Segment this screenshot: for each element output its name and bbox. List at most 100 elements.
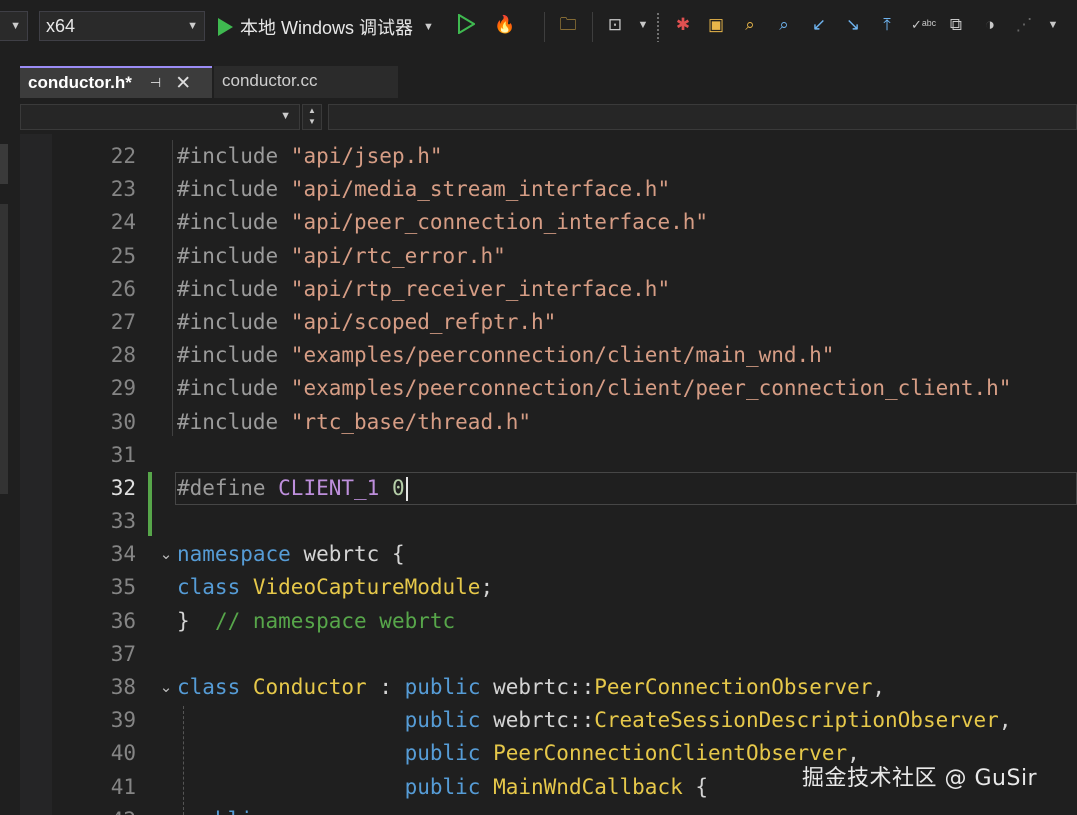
- scope-dropdown[interactable]: ▼: [20, 104, 300, 130]
- find-symbol-icon[interactable]: ⌕: [773, 14, 795, 36]
- code-line[interactable]: 38 ⌄ class Conductor : public webrtc::Peer…: [20, 671, 1077, 704]
- scope-spinner[interactable]: ▲ ▼: [302, 104, 322, 130]
- tab-conductor-cc[interactable]: conductor.cc: [214, 66, 398, 98]
- code-token: public: [404, 708, 481, 733]
- code-text[interactable]: #include "examples/peerconnection/client…: [177, 372, 1011, 405]
- chevron-down-icon[interactable]: ▼: [1042, 14, 1064, 36]
- chevron-down-icon[interactable]: ▼: [303, 116, 321, 127]
- fold-toggle-icon[interactable]: ⌄: [158, 538, 174, 571]
- code-line[interactable]: 37: [20, 638, 1077, 671]
- line-number: 23: [110, 177, 136, 202]
- member-dropdown[interactable]: [328, 104, 1077, 130]
- toolbar-separator: [592, 12, 593, 42]
- line-number: 33: [110, 509, 136, 534]
- code-token: public: [404, 675, 481, 699]
- code-text[interactable]: #include "rtc_base/thread.h": [177, 406, 531, 439]
- code-token: {: [682, 774, 709, 799]
- code-token: :: [366, 675, 405, 699]
- code-text[interactable]: #include "api/rtp_receiver_interface.h": [177, 273, 670, 306]
- code-text[interactable]: #include "api/rtc_error.h": [177, 240, 506, 273]
- window-icon[interactable]: ▣: [705, 14, 727, 36]
- close-icon[interactable]: ✕: [175, 72, 191, 95]
- code-token: ,: [872, 675, 886, 699]
- more-icon[interactable]: ⋰: [1013, 14, 1035, 36]
- configuration-dropdown[interactable]: ▼: [0, 11, 28, 41]
- chevron-up-icon[interactable]: ▲: [303, 105, 321, 116]
- code-token: 0: [391, 475, 405, 500]
- code-text[interactable]: class VideoCaptureModule;: [177, 571, 493, 604]
- code-line[interactable]: 29 #include "examples/peerconnection/clie…: [20, 372, 1077, 405]
- step-out-icon[interactable]: ⤒: [876, 14, 898, 36]
- code-line[interactable]: 30 #include "rtc_base/thread.h": [20, 406, 1077, 439]
- line-number: 28: [110, 343, 136, 368]
- code-line[interactable]: 39 public webrtc::CreateSessionDescripti…: [20, 704, 1077, 737]
- code-text[interactable]: public PeerConnectionClientObserver,: [177, 737, 860, 770]
- code-line[interactable]: 42 public:: [20, 804, 1077, 815]
- code-text[interactable]: public MainWndCallback {: [177, 771, 708, 804]
- folder-icon[interactable]: 🗀: [557, 14, 579, 36]
- line-number: 32: [110, 475, 136, 500]
- chevron-down-icon[interactable]: ▼: [632, 14, 654, 36]
- fold-toggle-icon[interactable]: ⌄: [158, 671, 174, 704]
- code-text[interactable]: #include "api/peer_connection_interface.…: [177, 206, 708, 239]
- code-text[interactable]: #include "api/jsep.h": [177, 140, 443, 173]
- tool-window-tab[interactable]: [0, 204, 8, 494]
- code-editor[interactable]: 22 #include "api/jsep.h" 23 #include "api/m…: [20, 134, 1077, 815]
- hot-reload-icon[interactable]: 🔥: [494, 14, 516, 36]
- toggle-icon[interactable]: ◑: [979, 14, 1001, 36]
- platform-dropdown[interactable]: x64 ▼: [39, 11, 205, 41]
- code-line[interactable]: 28 #include "examples/peerconnection/clie…: [20, 339, 1077, 372]
- code-line[interactable]: 34 ⌄ namespace webrtc {: [20, 538, 1077, 571]
- tool-window-tab[interactable]: [0, 144, 8, 184]
- step-back-icon[interactable]: ↙: [808, 14, 830, 36]
- tab-conductor-h[interactable]: conductor.h* ⊣ ✕: [20, 66, 212, 98]
- play-icon: [218, 18, 233, 36]
- code-token: #include: [177, 276, 291, 301]
- line-number: 31: [110, 442, 136, 467]
- chevron-down-icon[interactable]: ▼: [423, 21, 434, 33]
- code-token: Conductor: [252, 675, 367, 699]
- code-token: "rtc_base/thread.h": [290, 409, 532, 434]
- code-text[interactable]: #include "api/media_stream_interface.h": [177, 173, 670, 206]
- step-into-icon[interactable]: ↘: [842, 14, 864, 36]
- layout-icon[interactable]: ⊡: [604, 14, 626, 36]
- code-token: #include: [177, 309, 291, 334]
- code-token: public: [404, 774, 481, 799]
- code-text[interactable]: #include "examples/peerconnection/client…: [177, 339, 834, 372]
- code-token: #define: [177, 475, 279, 500]
- spell-check-icon[interactable]: ✓ᵃᵇᶜ: [911, 14, 936, 36]
- code-text[interactable]: } // namespace webrtc: [177, 605, 455, 638]
- code-text[interactable]: public:: [177, 804, 279, 815]
- code-line[interactable]: 36} // namespace webrtc: [20, 605, 1077, 638]
- code-line[interactable]: 25 #include "api/rtc_error.h": [20, 240, 1077, 273]
- code-lines[interactable]: 22 #include "api/jsep.h" 23 #include "api/m…: [20, 140, 1077, 815]
- code-line[interactable]: 27 #include "api/scoped_refptr.h": [20, 306, 1077, 339]
- code-text[interactable]: namespace webrtc {: [177, 538, 405, 571]
- code-token: #include: [177, 177, 291, 202]
- code-token: namespace: [177, 542, 291, 567]
- copy-icon[interactable]: ⧉: [945, 14, 967, 36]
- code-line[interactable]: 23 #include "api/media_stream_interface.h…: [20, 173, 1077, 206]
- code-token: class: [177, 675, 241, 699]
- pin-icon[interactable]: ⊣: [150, 75, 161, 91]
- code-token: PeerConnectionObserver: [594, 675, 873, 699]
- code-text[interactable]: public webrtc::CreateSessionDescriptionO…: [177, 704, 1012, 737]
- bug-icon[interactable]: ✱: [672, 14, 694, 36]
- code-line[interactable]: 31: [20, 439, 1077, 472]
- code-token: #include: [177, 243, 291, 268]
- code-line[interactable]: 26 #include "api/rtp_receiver_interface.h…: [20, 273, 1077, 306]
- code-token: // namespace webrtc: [214, 608, 456, 633]
- code-text[interactable]: #define CLIENT_1 0: [177, 472, 408, 505]
- run-without-debug-icon[interactable]: [455, 13, 477, 36]
- code-text[interactable]: class Conductor : public webrtc::PeerCon…: [177, 671, 885, 704]
- code-line[interactable]: 22 #include "api/jsep.h": [20, 140, 1077, 173]
- find-icon[interactable]: ⌕: [739, 14, 761, 36]
- code-line[interactable]: 35 class VideoCaptureModule;: [20, 571, 1077, 604]
- code-line[interactable]: 24 #include "api/peer_connection_interfac…: [20, 206, 1077, 239]
- start-debugging-button[interactable]: 本地 Windows 调试器 ▼: [216, 12, 434, 42]
- code-line[interactable]: 33: [20, 505, 1077, 538]
- code-line[interactable]: 32 #define CLIENT_1 0: [20, 471, 1077, 506]
- toolbar: ▼ x64 ▼ 本地 Windows 调试器 ▼ 🔥 🗀 ⊡ ▼ ✱ ▣ ⌕ ⌕…: [0, 0, 1077, 55]
- code-text[interactable]: #include "api/scoped_refptr.h": [177, 306, 556, 339]
